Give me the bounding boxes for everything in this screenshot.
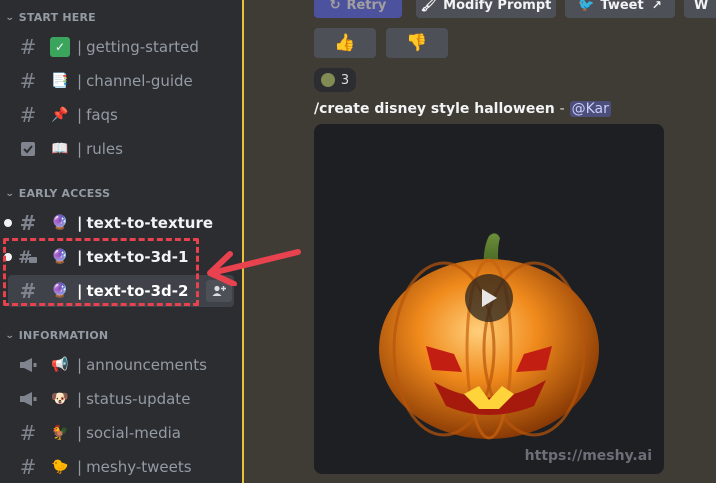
section-label: START HERE: [18, 11, 96, 24]
channel-rules[interactable]: 📖 | rules: [8, 133, 234, 165]
modify-prompt-button[interactable]: 🖌 Modify Prompt: [416, 0, 556, 18]
more-label: W: [694, 0, 709, 13]
retry-icon: ↻: [329, 0, 341, 13]
chick-emoji-icon: 🐤: [51, 459, 69, 475]
separator: |: [77, 106, 83, 124]
retry-label: Retry: [346, 0, 387, 13]
section-label: EARLY ACCESS: [18, 187, 111, 200]
channel-label: social-media: [86, 424, 181, 442]
separator: |: [77, 214, 83, 232]
channel-meshy-tweets[interactable]: # 🐤 | meshy-tweets: [8, 451, 234, 483]
megaphone-icon: [16, 353, 40, 377]
unread-indicator: [4, 219, 12, 227]
play-button[interactable]: [465, 274, 513, 322]
channel-text-to-texture[interactable]: # 🔮 | text-to-texture: [4, 207, 234, 239]
prompt-text: /create disney style halloween: [314, 101, 555, 117]
thumbs-down-button[interactable]: 👎: [386, 28, 448, 58]
channel-label: status-update: [86, 390, 191, 408]
dog-emoji-icon: 🐶: [51, 391, 69, 407]
separator: |: [77, 356, 83, 374]
channel-faqs[interactable]: # 📌 | faqs: [8, 99, 234, 131]
separator: |: [77, 390, 83, 408]
channel-label: meshy-tweets: [86, 458, 192, 476]
rooster-emoji-icon: 🐓: [51, 425, 69, 441]
section-label: INFORMATION: [18, 329, 109, 342]
thumbs-down-icon: 👎: [406, 33, 428, 53]
crystal-ball-emoji-icon: 🔮: [51, 215, 69, 231]
channel-announcements[interactable]: 📢 | announcements: [8, 349, 234, 381]
play-icon: [482, 289, 497, 307]
hash-icon: #: [19, 103, 37, 127]
tweet-label: Tweet: [600, 0, 644, 13]
hash-icon: #: [19, 455, 37, 479]
reaction-emoji-icon: [320, 73, 335, 87]
twitter-bird-icon: 🐦: [578, 0, 595, 13]
channel-label: text-to-texture: [86, 214, 214, 232]
megaphone-icon: [16, 387, 40, 411]
hash-icon: #: [19, 35, 37, 59]
channel-label: getting-started: [86, 38, 199, 56]
channel-label: faqs: [86, 106, 118, 124]
channel-channel-guide[interactable]: # 📑 | channel-guide: [8, 65, 234, 97]
section-information[interactable]: ⌄ INFORMATION: [4, 329, 109, 342]
separator: |: [77, 140, 83, 158]
reaction-count: 3: [340, 72, 350, 88]
separator: |: [77, 38, 83, 56]
retry-button[interactable]: ↻ Retry: [314, 0, 402, 18]
user-mention[interactable]: @Kar: [569, 101, 611, 117]
hash-icon: #: [19, 421, 37, 445]
separator: |: [77, 424, 83, 442]
thumbs-up-button[interactable]: 👍: [314, 28, 376, 58]
message-prompt-line: /create disney style halloween - @Kar: [314, 101, 611, 117]
tweet-button[interactable]: 🐦 Tweet ↗: [565, 0, 675, 18]
hash-icon: #: [19, 211, 37, 235]
more-button[interactable]: W: [684, 0, 716, 18]
chevron-down-icon: ⌄: [4, 188, 15, 199]
channel-sidebar: ⌄ START HERE # ✓ | getting-started # 📑 |…: [0, 0, 242, 483]
channel-label: rules: [86, 140, 123, 158]
chevron-down-icon: ⌄: [4, 330, 15, 341]
book-emoji-icon: 📖: [51, 141, 69, 157]
separator: |: [77, 72, 83, 90]
hash-icon: #: [19, 69, 37, 93]
modify-prompt-label: Modify Prompt: [443, 0, 552, 13]
highlight-annotation-box: [3, 238, 199, 306]
separator: -: [559, 101, 565, 117]
section-early-access[interactable]: ⌄ EARLY ACCESS: [4, 187, 111, 200]
chevron-down-icon: ⌄: [4, 12, 15, 23]
watermark-text: https://meshy.ai: [524, 448, 652, 464]
message-area: ↻ Retry 🖌 Modify Prompt 🐦 Tweet ↗ W 👍 👎 …: [244, 0, 716, 483]
separator: |: [77, 458, 83, 476]
reaction-chip[interactable]: 3: [314, 68, 356, 92]
page-emoji-icon: 📑: [51, 73, 69, 89]
section-start-here[interactable]: ⌄ START HERE: [4, 11, 96, 24]
external-link-icon: ↗: [651, 0, 662, 12]
channel-social-media[interactable]: # 🐓 | social-media: [8, 417, 234, 449]
check-emoji-icon: ✓: [50, 37, 70, 57]
video-attachment[interactable]: https://meshy.ai: [314, 124, 664, 474]
channel-label: announcements: [86, 356, 207, 374]
loudspeaker-emoji-icon: 📢: [51, 357, 69, 373]
pushpin-emoji-icon: 📌: [51, 107, 69, 123]
rules-check-icon: [16, 137, 40, 161]
thumbs-up-icon: 👍: [334, 33, 356, 53]
channel-getting-started[interactable]: # ✓ | getting-started: [8, 31, 234, 63]
channel-label: channel-guide: [86, 72, 193, 90]
channel-status-update[interactable]: 🐶 | status-update: [8, 383, 234, 415]
brush-icon: 🖌: [420, 0, 438, 13]
